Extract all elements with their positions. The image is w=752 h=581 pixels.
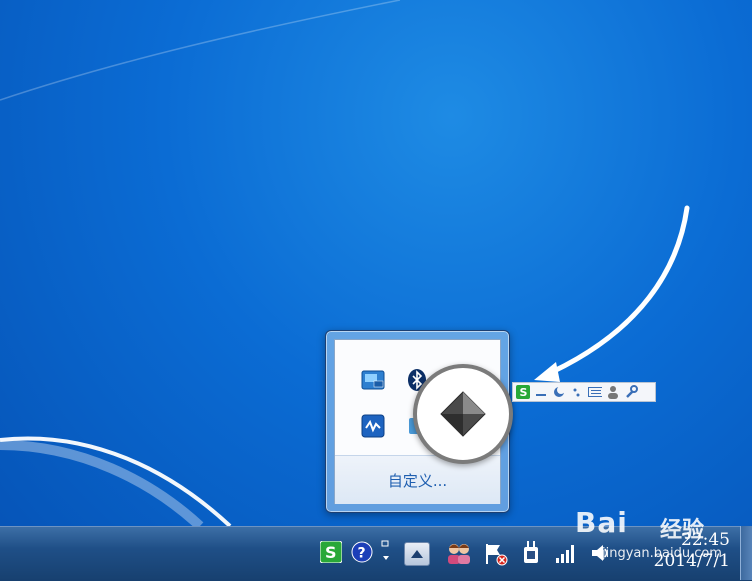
ime-status-toolbar: S	[512, 382, 656, 402]
people-icon[interactable]	[445, 540, 473, 566]
signal-bars-icon[interactable]	[553, 541, 579, 565]
magnified-tray-icon	[413, 364, 513, 464]
intel-graphics-icon[interactable]	[359, 366, 387, 394]
svg-text:?: ?	[358, 546, 366, 562]
network-app-icon[interactable]	[359, 412, 387, 440]
svg-text:S: S	[520, 386, 528, 399]
wrench-icon[interactable]	[624, 385, 638, 399]
svg-text:S: S	[325, 543, 337, 562]
watermark-brand: Bai	[575, 506, 628, 539]
customize-link[interactable]: 自定义...	[388, 470, 447, 491]
action-center-flag-icon[interactable]	[482, 541, 510, 567]
show-desktop-button[interactable]	[740, 526, 752, 580]
moon-icon[interactable]	[552, 385, 566, 399]
show-hidden-icons-button[interactable]	[404, 542, 430, 566]
gray-diamond-app-icon[interactable]	[439, 390, 487, 438]
fullwidth-icon[interactable]	[534, 385, 548, 399]
sogou-s-icon[interactable]: S	[516, 385, 530, 399]
taskbar-clock[interactable]: 22:45 2014/7/1	[638, 530, 730, 572]
chevron-up-icon	[411, 550, 423, 558]
clock-date: 2014/7/1	[653, 551, 730, 571]
help-icon[interactable]: ?	[350, 540, 374, 564]
keyboard-icon[interactable]	[588, 385, 602, 399]
punctuation-icon[interactable]	[570, 385, 584, 399]
power-plug-icon[interactable]	[519, 539, 543, 567]
clock-time: 22:45	[681, 530, 730, 550]
ime-mode-icon[interactable]	[378, 537, 394, 567]
user-icon[interactable]	[606, 385, 620, 399]
sogou-s-icon[interactable]: S	[319, 540, 343, 564]
